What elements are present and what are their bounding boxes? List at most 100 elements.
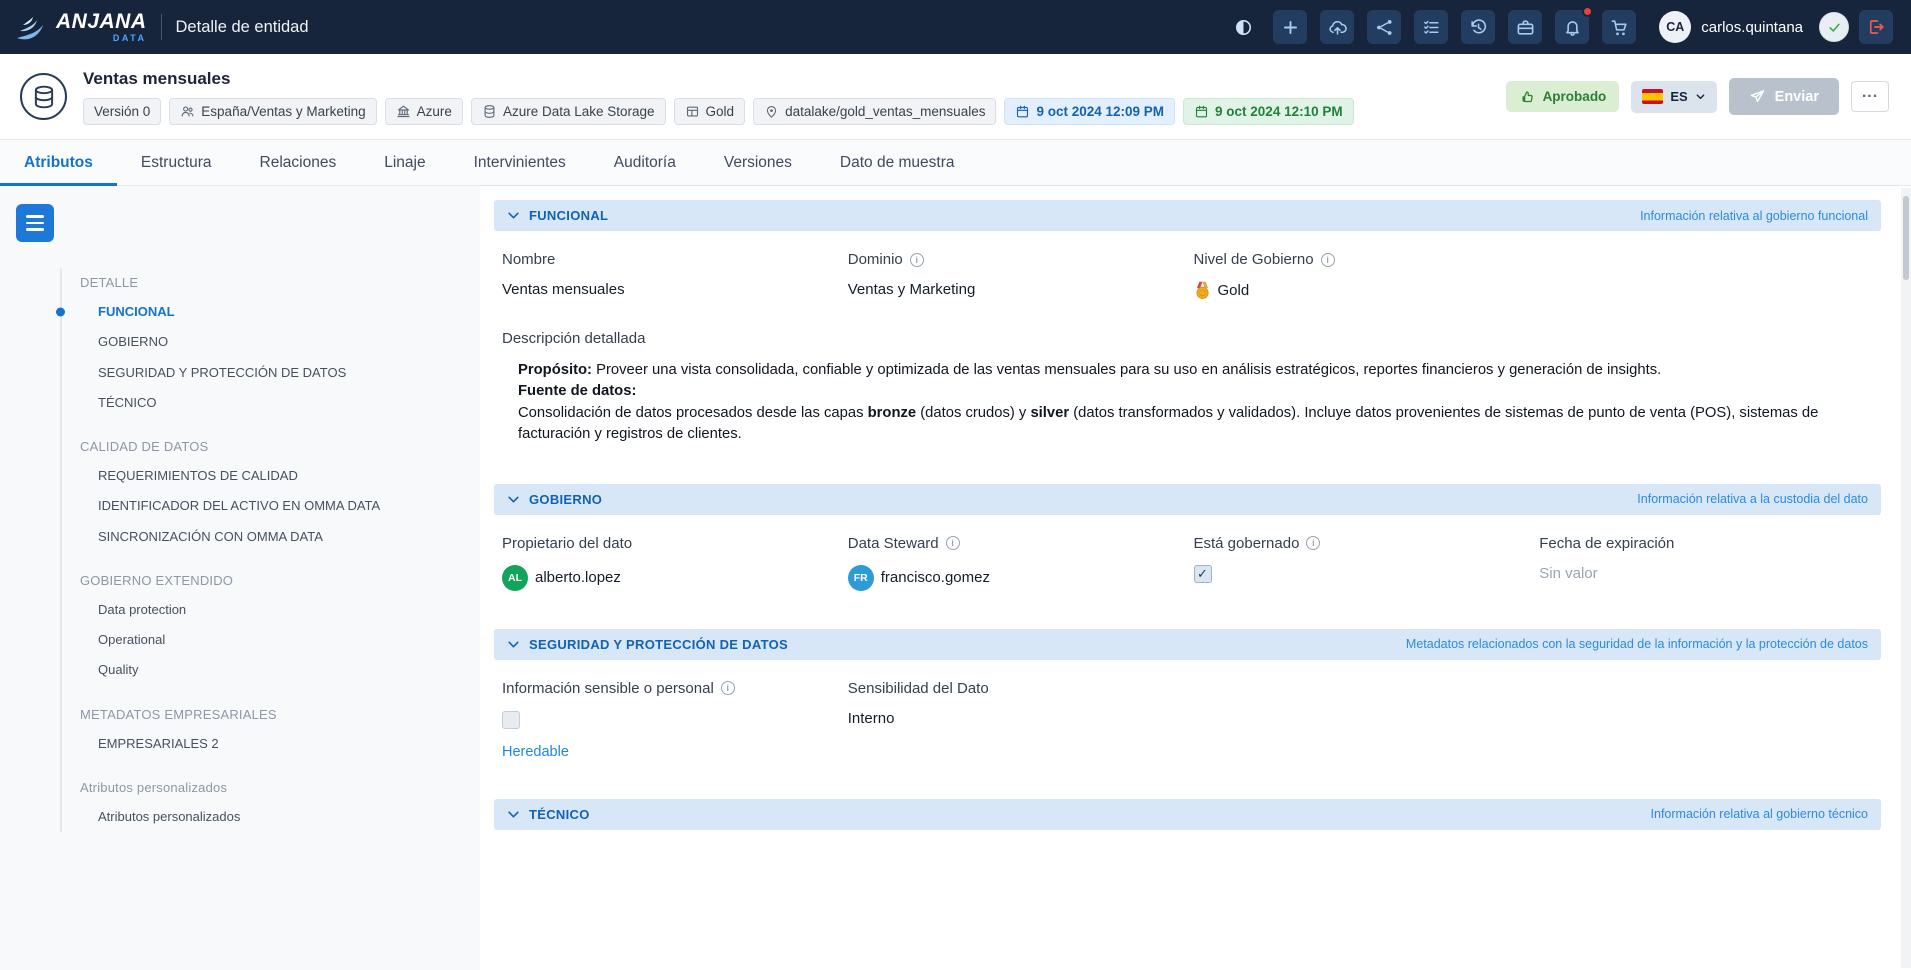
field-fecha-expiracion: Fecha de expiración Sin valor	[1539, 535, 1873, 591]
section-funcional-header[interactable]: FUNCIONAL Información relativa al gobier…	[494, 200, 1881, 231]
table-icon	[685, 104, 700, 119]
tree-group-calidad: CALIDAD DE DATOS REQUERIMIENTOS DE CALID…	[80, 432, 470, 552]
add-icon	[1281, 18, 1300, 37]
notifications-button[interactable]	[1555, 10, 1589, 44]
sidebar-item-empresariales-2[interactable]: EMPRESARIALES 2	[80, 729, 470, 759]
info-icon[interactable]	[1321, 253, 1335, 267]
sidebar-item-sincronizacion-omma[interactable]: SINCRONIZACIÓN CON OMMA DATA	[80, 522, 470, 552]
version-chip: Versión 0	[83, 98, 161, 125]
scrollbar-thumb[interactable]	[1903, 196, 1909, 280]
history-icon	[1469, 18, 1488, 37]
checklist-button[interactable]	[1414, 10, 1448, 44]
section-info-link[interactable]: Información relativa a la custodia del d…	[1637, 492, 1868, 506]
field-label: Está gobernado	[1194, 535, 1300, 552]
send-button[interactable]: Enviar	[1729, 78, 1839, 115]
sidebar-item-seguridad[interactable]: SEGURIDAD Y PROTECCIÓN DE DATOS	[80, 358, 470, 388]
session-status-button[interactable]	[1819, 12, 1849, 42]
section-info-link[interactable]: Metadatos relacionados con la seguridad …	[1406, 637, 1868, 651]
description-label-row: Descripción detallada	[502, 330, 1873, 347]
add-button[interactable]	[1273, 10, 1307, 44]
sidebar-item-tecnico[interactable]: TÉCNICO	[80, 388, 470, 418]
lineage-button[interactable]	[1367, 10, 1401, 44]
info-icon[interactable]	[946, 536, 960, 550]
tab-relaciones[interactable]: Relaciones	[236, 140, 361, 185]
sidebar-item-data-protection[interactable]: Data protection	[80, 595, 470, 625]
sidebar-item-requerimientos[interactable]: REQUERIMIENTOS DE CALIDAD	[80, 461, 470, 491]
tree-group-gobierno-extendido: GOBIERNO EXTENDIDO Data protection Opera…	[80, 566, 470, 686]
cart-button[interactable]	[1602, 10, 1636, 44]
modified-date-chip: 9 oct 2024 12:10 PM	[1183, 98, 1354, 125]
tab-linaje[interactable]: Linaje	[360, 140, 449, 185]
heredable-link[interactable]: Heredable	[502, 744, 569, 760]
field-esta-gobernado: Está gobernado	[1194, 535, 1528, 591]
tree-group-metadatos: METADATOS EMPRESARIALES EMPRESARIALES 2	[80, 700, 470, 759]
tab-estructura[interactable]: Estructura	[117, 140, 236, 185]
sidebar-menu-button[interactable]	[16, 204, 54, 242]
tab-bar: Atributos Estructura Relaciones Linaje I…	[0, 140, 1911, 186]
hamburger-icon	[26, 215, 44, 218]
logout-button[interactable]	[1859, 10, 1893, 44]
app-root: ANJANA DATA Detalle de entidad	[0, 0, 1911, 970]
layer-chip-label: Gold	[706, 104, 735, 119]
field-label: Fecha de expiración	[1539, 535, 1674, 552]
tree-group-detalle: DETALLE FUNCIONAL GOBIERNO SEGURIDAD Y P…	[80, 268, 470, 418]
section-gobierno-body: Propietario del dato AL alberto.lopez Da…	[494, 515, 1881, 615]
description-bold: Propósito:	[518, 362, 592, 378]
section-tecnico-header[interactable]: TÉCNICO Información relativa al gobierno…	[494, 799, 1881, 830]
tree-group-header: Atributos personalizados	[80, 773, 470, 802]
governed-checkbox[interactable]	[1194, 565, 1212, 583]
entity-title: Ventas mensuales	[83, 69, 1354, 89]
field-label: Nombre	[502, 251, 555, 268]
field-dominio: Dominio Ventas y Marketing	[848, 251, 1182, 300]
info-icon[interactable]	[910, 253, 924, 267]
tab-dato-de-muestra[interactable]: Dato de muestra	[816, 140, 979, 185]
tab-intervinientes[interactable]: Intervinientes	[450, 140, 590, 185]
path-chip: datalake/gold_ventas_mensuales	[753, 98, 996, 125]
cart-icon	[1610, 18, 1629, 37]
topbar-divider	[161, 14, 162, 40]
medal-icon	[1194, 281, 1211, 300]
tab-auditoria[interactable]: Auditoría	[590, 140, 700, 185]
more-actions-button[interactable]: ...	[1851, 81, 1889, 112]
briefcase-button[interactable]	[1508, 10, 1542, 44]
sensitive-checkbox[interactable]	[502, 711, 520, 729]
pin-icon	[764, 104, 779, 119]
section-gobierno-header[interactable]: GOBIERNO Información relativa a la custo…	[494, 484, 1881, 515]
sidebar-item-atributos-personalizados[interactable]: Atributos personalizados	[80, 802, 470, 832]
attributes-tree: DETALLE FUNCIONAL GOBIERNO SEGURIDAD Y P…	[60, 268, 470, 832]
section-title: GOBIERNO	[529, 492, 602, 507]
entity-header: Ventas mensuales Versión 0 España/Ventas…	[0, 54, 1911, 140]
cloud-upload-button[interactable]	[1320, 10, 1354, 44]
contrast-button[interactable]	[1226, 10, 1260, 44]
vertical-scrollbar[interactable]	[1901, 188, 1911, 968]
section-title: FUNCIONAL	[529, 208, 608, 223]
tab-atributos[interactable]: Atributos	[0, 140, 117, 185]
info-icon[interactable]	[1306, 536, 1320, 550]
section-info-link[interactable]: Información relativa al gobierno técnico	[1651, 807, 1868, 821]
page-title: Detalle de entidad	[176, 18, 309, 37]
section-seguridad: SEGURIDAD Y PROTECCIÓN DE DATOS Metadato…	[494, 629, 1881, 785]
sidebar-item-gobierno[interactable]: GOBIERNO	[80, 327, 470, 357]
field-label: Data Steward	[848, 535, 939, 552]
sidebar-item-quality[interactable]: Quality	[80, 655, 470, 685]
section-info-link[interactable]: Información relativa al gobierno funcion…	[1640, 209, 1868, 223]
field-data-steward: Data Steward FR francisco.gomez	[848, 535, 1182, 591]
database-icon	[31, 84, 57, 110]
history-button[interactable]	[1461, 10, 1495, 44]
field-value: Sin valor	[1539, 565, 1873, 582]
language-selector[interactable]: ES	[1631, 81, 1716, 113]
chevron-down-icon	[507, 638, 520, 651]
brand-logo[interactable]: ANJANA DATA	[12, 7, 147, 47]
tab-versiones[interactable]: Versiones	[700, 140, 816, 185]
sidebar-item-operational[interactable]: Operational	[80, 625, 470, 655]
technology-chip-label: Azure Data Lake Storage	[503, 104, 655, 119]
topbar: ANJANA DATA Detalle de entidad	[0, 0, 1911, 54]
technology-chip: Azure Data Lake Storage	[471, 98, 666, 125]
section-seguridad-header[interactable]: SEGURIDAD Y PROTECCIÓN DE DATOS Metadato…	[494, 629, 1881, 660]
user-avatar[interactable]: CA	[1659, 11, 1691, 43]
info-icon[interactable]	[721, 681, 735, 695]
language-label: ES	[1670, 89, 1687, 104]
description-bold: Fuente de datos:	[518, 383, 636, 399]
sidebar-item-funcional[interactable]: FUNCIONAL	[80, 297, 470, 327]
sidebar-item-identificador-omma[interactable]: IDENTIFICADOR DEL ACTIVO EN OMMA DATA	[80, 491, 470, 521]
